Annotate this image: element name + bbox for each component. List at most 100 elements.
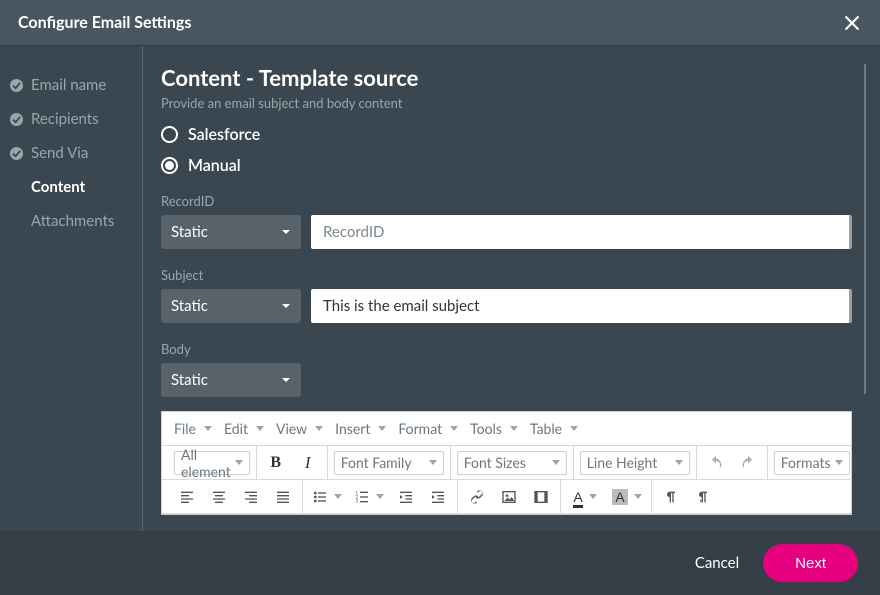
menu-label: Insert — [335, 420, 370, 437]
section-subtitle: Provide an email subject and body conten… — [161, 95, 852, 111]
redo-button[interactable] — [735, 450, 761, 476]
font-family-dropdown[interactable]: Font Family — [334, 451, 444, 475]
recordid-type-select[interactable]: Static — [161, 215, 301, 249]
cancel-button[interactable]: Cancel — [695, 554, 739, 572]
subject-type-select[interactable]: Static — [161, 289, 301, 323]
menu-label: View — [276, 420, 307, 437]
elements-dropdown[interactable]: All element — [174, 451, 250, 475]
chevron-down-icon — [281, 227, 291, 237]
outdent-icon — [398, 489, 414, 505]
dialog-header: Configure Email Settings — [0, 0, 880, 46]
chevron-down-icon — [835, 460, 843, 465]
text-color-button[interactable]: A — [567, 484, 603, 510]
select-value: Static — [171, 223, 208, 241]
radio-salesforce[interactable]: Salesforce — [161, 125, 852, 144]
chevron-down-icon — [378, 426, 386, 431]
text-color-icon: A — [573, 489, 582, 505]
subject-input[interactable] — [311, 289, 852, 323]
indent-button[interactable] — [425, 484, 451, 510]
subject-label: Subject — [161, 267, 852, 283]
menu-view[interactable]: View — [270, 412, 329, 445]
align-right-button[interactable] — [238, 484, 264, 510]
editor-toolbar-1: All element B I Font Family Font Sizes L… — [162, 446, 851, 480]
nav-label: Send Via — [31, 144, 88, 162]
align-left-icon — [179, 489, 195, 505]
chevron-down-icon — [450, 426, 458, 431]
chevron-down-icon — [429, 460, 437, 465]
align-justify-button[interactable] — [270, 484, 296, 510]
pilcrow-rtl-icon — [695, 489, 711, 505]
scrollbar[interactable] — [864, 64, 866, 394]
menu-file[interactable]: File — [168, 412, 218, 445]
editor-toolbar-2: 123 A A — [162, 480, 851, 514]
chevron-down-icon — [552, 460, 560, 465]
check-icon — [10, 147, 23, 160]
nav-attachments[interactable]: Attachments — [0, 204, 142, 238]
bg-color-button[interactable]: A — [609, 484, 645, 510]
nav-send-via[interactable]: Send Via — [0, 136, 142, 170]
align-left-button[interactable] — [174, 484, 200, 510]
editor-menubar: File Edit View Insert Format Tools Table — [162, 412, 851, 446]
nav-label: Content — [31, 178, 85, 196]
radio-manual[interactable]: Manual — [161, 156, 852, 175]
chevron-down-icon — [256, 426, 264, 431]
menu-label: Format — [398, 420, 442, 437]
dropdown-label: Formats — [781, 454, 831, 471]
body-type-select[interactable]: Static — [161, 363, 301, 397]
ltr-button[interactable] — [658, 484, 684, 510]
image-button[interactable] — [496, 484, 522, 510]
template-source-radio-group: Salesforce Manual — [161, 125, 852, 175]
chevron-down-icon — [204, 426, 212, 431]
menu-label: Edit — [224, 420, 248, 437]
chevron-down-icon — [281, 301, 291, 311]
recordid-input[interactable] — [311, 215, 852, 249]
chevron-down-icon — [570, 426, 578, 431]
align-center-button[interactable] — [206, 484, 232, 510]
menu-label: Table — [530, 420, 562, 437]
menu-format[interactable]: Format — [392, 412, 464, 445]
bg-color-icon: A — [612, 489, 627, 505]
nav-label: Email name — [31, 76, 106, 94]
chevron-down-icon — [589, 494, 597, 499]
bold-icon: B — [270, 454, 281, 472]
outdent-button[interactable] — [393, 484, 419, 510]
link-icon — [469, 489, 485, 505]
formats-dropdown[interactable]: Formats — [774, 451, 850, 475]
italic-button[interactable]: I — [295, 450, 321, 476]
svg-text:3: 3 — [355, 497, 358, 503]
undo-button[interactable] — [703, 450, 729, 476]
link-button[interactable] — [464, 484, 490, 510]
menu-edit[interactable]: Edit — [218, 412, 270, 445]
body-label: Body — [161, 341, 852, 357]
recordid-label: RecordID — [161, 193, 852, 209]
radio-icon — [161, 157, 178, 174]
line-height-dropdown[interactable]: Line Height — [580, 451, 690, 475]
menu-table[interactable]: Table — [524, 412, 584, 445]
close-button[interactable] — [838, 9, 866, 37]
chevron-down-icon — [376, 494, 384, 499]
font-sizes-dropdown[interactable]: Font Sizes — [457, 451, 567, 475]
close-icon — [842, 13, 862, 33]
section-heading: Content - Template source — [161, 64, 852, 91]
radio-label: Manual — [188, 156, 241, 175]
check-icon — [10, 113, 23, 126]
nav-email-name[interactable]: Email name — [0, 68, 142, 102]
nav-recipients[interactable]: Recipients — [0, 102, 142, 136]
main-panel: Content - Template source Provide an ema… — [143, 46, 880, 531]
check-icon — [10, 79, 23, 92]
menu-insert[interactable]: Insert — [329, 412, 392, 445]
unordered-list-button[interactable] — [309, 484, 345, 510]
nav-content[interactable]: Content — [0, 170, 142, 204]
ordered-list-button[interactable]: 123 — [351, 484, 387, 510]
dropdown-label: Font Family — [341, 454, 412, 471]
chevron-down-icon — [675, 460, 683, 465]
redo-icon — [740, 455, 756, 471]
media-button[interactable] — [528, 484, 554, 510]
next-button[interactable]: Next — [763, 544, 858, 582]
bold-button[interactable]: B — [263, 450, 289, 476]
nav-label: Attachments — [31, 212, 114, 230]
dialog-footer: Cancel Next — [0, 531, 880, 595]
rtl-button[interactable] — [690, 484, 716, 510]
list-bullet-icon — [312, 489, 328, 505]
menu-tools[interactable]: Tools — [464, 412, 524, 445]
